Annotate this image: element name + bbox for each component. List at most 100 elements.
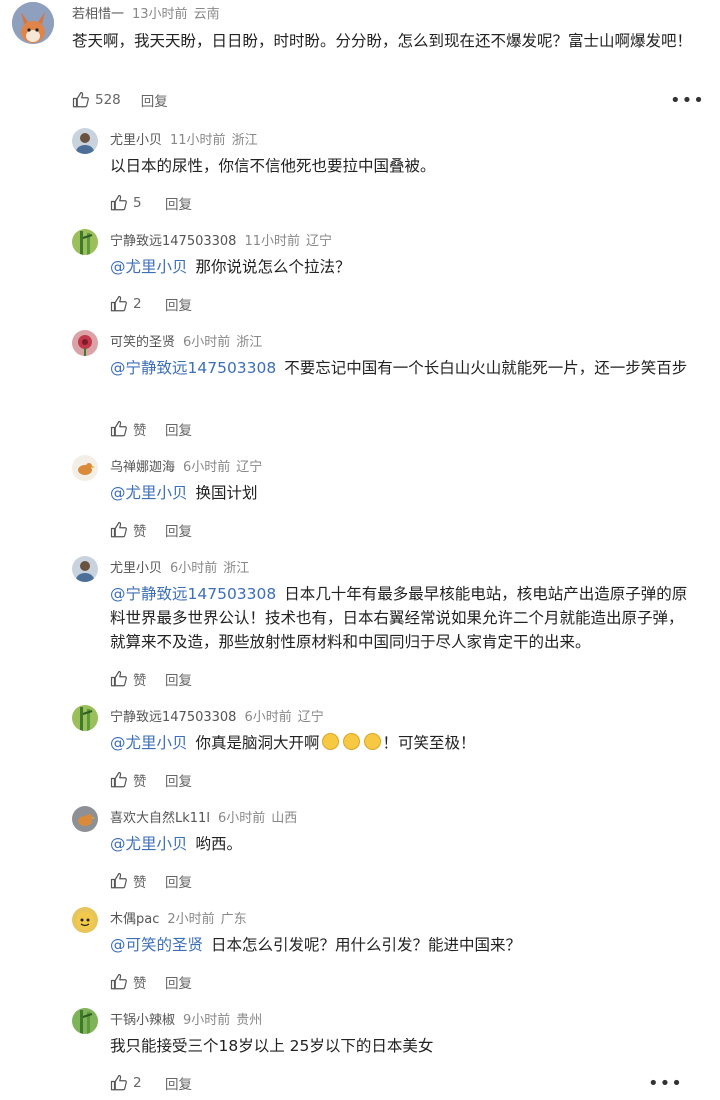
like-button[interactable]: 赞 — [110, 419, 153, 439]
mention-link[interactable]: @尤里小贝 — [110, 484, 188, 502]
username[interactable]: 木偶pac — [110, 912, 159, 927]
comment-text: @尤里小贝 你真是脑洞大开啊 ！可笑至极！ — [110, 731, 695, 755]
comment-meta: 可笑的圣贤 6小时前 浙江 — [110, 331, 262, 350]
avatar[interactable] — [72, 330, 98, 356]
avatar[interactable] — [72, 806, 98, 832]
comment-actions: 赞 回复 — [110, 770, 192, 790]
comment-text: 以日本的尿性，你信不信他死也要拉中国叠被。 — [110, 154, 695, 178]
comment-actions: 528 回复 — [72, 90, 168, 110]
like-button[interactable]: 赞 — [110, 871, 153, 891]
avatar[interactable] — [12, 2, 54, 44]
like-button[interactable]: 赞 — [110, 520, 153, 540]
username[interactable]: 干锅小辣椒 — [110, 1013, 175, 1028]
comment-text: @可笑的圣贤 日本怎么引发呢？用什么引发？能进中国来？ — [110, 933, 695, 957]
location: 浙江 — [223, 561, 250, 576]
timestamp: 11小时前 — [244, 234, 300, 249]
timestamp: 6小时前 — [170, 561, 218, 576]
timestamp: 6小时前 — [217, 811, 266, 826]
comment-text: @尤里小贝 换国计划 — [110, 481, 695, 505]
like-button[interactable]: 赞 — [110, 972, 153, 992]
mention-link[interactable]: @尤里小贝 — [110, 734, 188, 752]
emoji-icon — [363, 733, 381, 750]
like-button[interactable]: 赞 — [110, 770, 153, 790]
location: 广东 — [220, 912, 247, 927]
timestamp: 9小时前 — [183, 1013, 231, 1028]
timestamp: 11小时前 — [170, 133, 226, 148]
comment-text: @尤里小贝 那你说说怎么个拉法？ — [110, 255, 695, 279]
thumbs-up-icon — [110, 872, 127, 889]
reply-button[interactable]: 回复 — [165, 871, 192, 891]
thumbs-up-icon — [110, 194, 127, 211]
thumbs-up-icon — [110, 771, 127, 788]
like-button[interactable]: 2 — [110, 1074, 153, 1092]
like-button[interactable]: 5 — [110, 194, 153, 212]
comment-meta: 乌禅娜迦海 6小时前 辽宁 — [110, 456, 262, 475]
username[interactable]: 喜欢大自然Lk11l — [110, 811, 210, 826]
avatar[interactable] — [72, 128, 98, 154]
more-options-icon[interactable]: ••• — [648, 1075, 683, 1093]
reply-text-tail: ！可笑至极！ — [382, 734, 476, 752]
username[interactable]: 宁静致远147503308 — [110, 234, 236, 249]
location: 浙江 — [231, 133, 258, 148]
comment-meta: 尤里小贝 6小时前 浙江 — [110, 557, 249, 576]
location: 浙江 — [236, 335, 263, 350]
mention-link[interactable]: @可笑的圣贤 — [110, 936, 203, 954]
like-count: 528 — [95, 92, 121, 108]
avatar[interactable] — [72, 556, 98, 582]
username[interactable]: 尤里小贝 — [110, 133, 162, 148]
reply-button[interactable]: 回复 — [165, 419, 192, 439]
mention-link[interactable]: @尤里小贝 — [110, 835, 188, 853]
timestamp: 13小时前 — [132, 7, 188, 22]
comment-actions: 2 回复 — [110, 1073, 192, 1093]
thumbs-up-icon — [110, 420, 127, 437]
reply-button[interactable]: 回复 — [165, 520, 192, 540]
comment-text: @宁静致远147503308 日本几十年有最多最早核能电站，核电站产出造原子弹的原… — [110, 582, 695, 654]
avatar[interactable] — [72, 1008, 98, 1034]
username[interactable]: 若相惜一 — [72, 7, 124, 22]
comment-meta: 木偶pac 2小时前 广东 — [110, 908, 247, 927]
like-count: 赞 — [133, 524, 147, 540]
reply-button[interactable]: 回复 — [165, 1073, 192, 1093]
username[interactable]: 宁静致远147503308 — [110, 710, 236, 725]
thumbs-up-icon — [110, 973, 127, 990]
mention-link[interactable]: @宁静致远147503308 — [110, 359, 276, 377]
username[interactable]: 可笑的圣贤 — [110, 335, 175, 350]
comment-actions: 5 回复 — [110, 193, 192, 213]
reply-text: 你真是脑洞大开啊 — [195, 734, 320, 752]
avatar[interactable] — [72, 455, 98, 481]
mention-link[interactable]: @尤里小贝 — [110, 258, 188, 276]
reply-text: 以日本的尿性，你信不信他死也要拉中国叠被。 — [110, 157, 436, 175]
username[interactable]: 尤里小贝 — [110, 561, 162, 576]
username[interactable]: 乌禅娜迦海 — [110, 460, 175, 475]
reply-button[interactable]: 回复 — [165, 972, 192, 992]
reply-button[interactable]: 回复 — [165, 770, 192, 790]
comment-actions: 赞 回复 — [110, 871, 192, 891]
timestamp: 2小时前 — [167, 912, 215, 927]
like-button[interactable]: 528 — [72, 91, 121, 109]
like-count: 2 — [133, 296, 142, 312]
like-count: 赞 — [133, 423, 147, 439]
avatar[interactable] — [72, 229, 98, 255]
comment-actions: 赞 回复 — [110, 520, 192, 540]
comment-actions: 赞 回复 — [110, 419, 192, 439]
reply-button[interactable]: 回复 — [141, 90, 168, 110]
comment-text: @宁静致远147503308 不要忘记中国有一个长白山火山就能死一片，还一步笑百步 — [110, 356, 695, 380]
avatar[interactable] — [72, 907, 98, 933]
comment-meta: 干锅小辣椒 9小时前 贵州 — [110, 1009, 262, 1028]
like-button[interactable]: 2 — [110, 295, 153, 313]
like-count: 赞 — [133, 976, 147, 992]
avatar[interactable] — [72, 705, 98, 731]
thumbs-up-icon — [110, 295, 127, 312]
like-count: 赞 — [133, 875, 147, 891]
timestamp: 6小时前 — [183, 335, 231, 350]
like-button[interactable]: 赞 — [110, 669, 153, 689]
reply-button[interactable]: 回复 — [165, 669, 192, 689]
thumbs-up-icon — [72, 91, 89, 108]
reply-button[interactable]: 回复 — [165, 294, 192, 314]
more-options-icon[interactable]: ••• — [670, 92, 705, 110]
thumbs-up-icon — [110, 670, 127, 687]
fox-avatar-icon — [12, 2, 54, 44]
reply-button[interactable]: 回复 — [165, 193, 192, 213]
comment-meta: 宁静致远147503308 11小时前 辽宁 — [110, 230, 332, 249]
mention-link[interactable]: @宁静致远147503308 — [110, 585, 276, 603]
